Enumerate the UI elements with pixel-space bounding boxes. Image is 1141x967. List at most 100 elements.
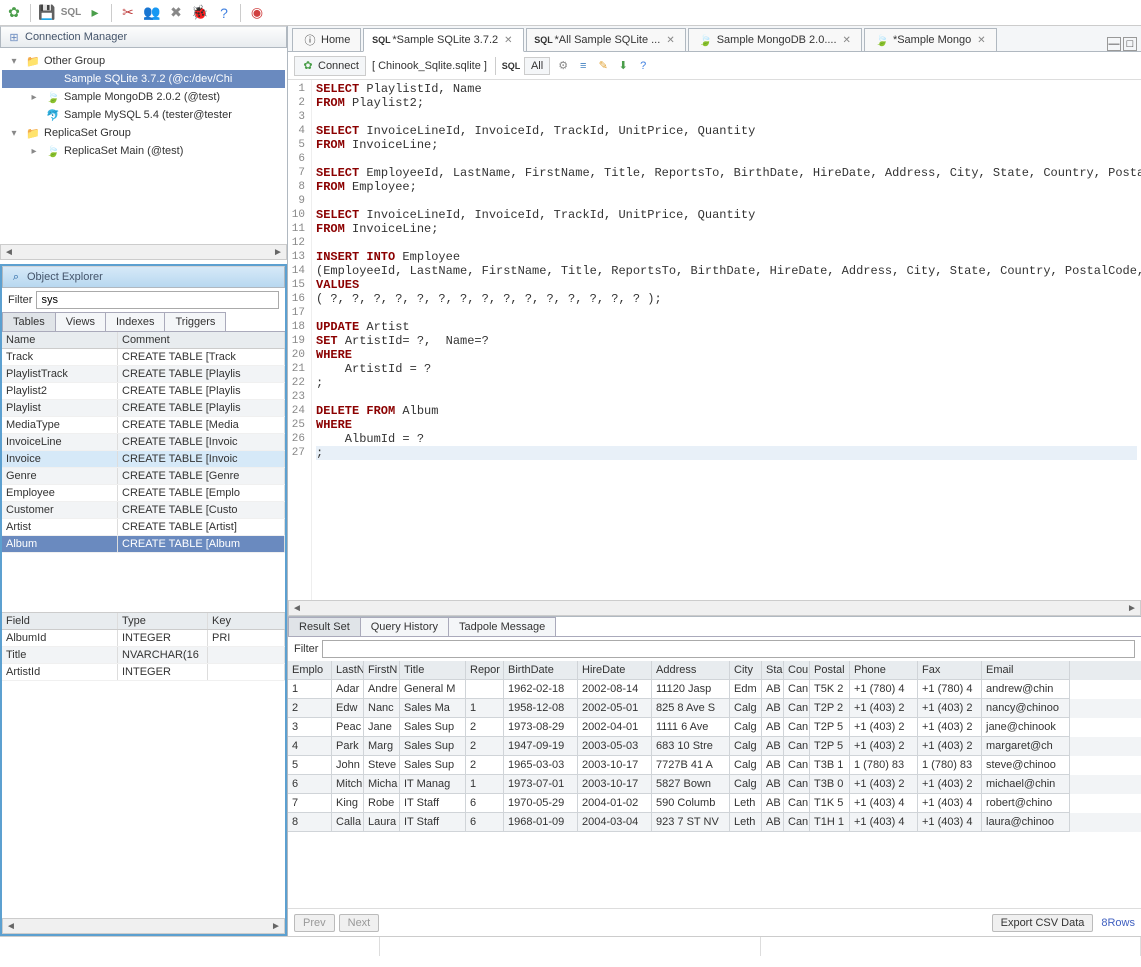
- tree-group[interactable]: ▾📁ReplicaSet Group: [2, 124, 285, 142]
- result-row[interactable]: 6MitchMichaIT Manag11973-07-012003-10-17…: [288, 775, 1141, 794]
- result-row[interactable]: 3PeacJaneSales Sup21973-08-292002-04-011…: [288, 718, 1141, 737]
- folder-icon: 📁: [26, 126, 40, 140]
- gear-icon[interactable]: ⚙: [556, 59, 570, 73]
- maximize-icon[interactable]: □: [1123, 37, 1137, 51]
- close-icon[interactable]: ✕: [843, 35, 851, 46]
- run-icon[interactable]: ▸: [85, 3, 105, 23]
- cut-icon[interactable]: ✂: [118, 3, 138, 23]
- save-icon[interactable]: 💾: [37, 3, 57, 23]
- tree-group[interactable]: ▾📁Other Group: [2, 52, 285, 70]
- column-header[interactable]: Sta: [762, 661, 784, 680]
- editor-tab[interactable]: ⓘHome: [292, 28, 361, 51]
- result-tab[interactable]: Query History: [360, 617, 449, 636]
- fields-scrollbar[interactable]: ◄ ►: [2, 918, 285, 934]
- bug-icon[interactable]: 🐞: [190, 3, 210, 23]
- field-row[interactable]: ArtistIdINTEGER: [2, 664, 285, 681]
- scroll-left-icon[interactable]: ◄: [1, 245, 17, 259]
- table-row[interactable]: PlaylistCREATE TABLE [Playlis: [2, 400, 285, 417]
- column-header[interactable]: Phone: [850, 661, 918, 680]
- editor-scrollbar[interactable]: ◄ ►: [288, 600, 1141, 616]
- tree-item[interactable]: ▸🍃Sample MongoDB 2.0.2 (@test): [2, 88, 285, 106]
- column-header[interactable]: Cou: [784, 661, 810, 680]
- result-row[interactable]: 8CallaLauraIT Staff61968-01-092004-03-04…: [288, 813, 1141, 832]
- table-row[interactable]: MediaTypeCREATE TABLE [Media: [2, 417, 285, 434]
- tab-tables[interactable]: Tables: [2, 312, 56, 331]
- column-header[interactable]: LastN: [332, 661, 364, 680]
- column-header[interactable]: Emplo: [288, 661, 332, 680]
- column-header[interactable]: Title: [400, 661, 466, 680]
- scroll-right-icon[interactable]: ►: [268, 919, 284, 933]
- result-row[interactable]: 2EdwNancSales Ma11958-12-082002-05-01825…: [288, 699, 1141, 718]
- tab-triggers[interactable]: Triggers: [164, 312, 226, 331]
- tree-item[interactable]: ▸🍃ReplicaSet Main (@test): [2, 142, 285, 160]
- scroll-left-icon[interactable]: ◄: [3, 919, 19, 933]
- tree-item[interactable]: 🐬Sample MySQL 5.4 (tester@tester: [2, 106, 285, 124]
- column-header[interactable]: HireDate: [578, 661, 652, 680]
- next-button[interactable]: Next: [339, 914, 380, 932]
- connect-icon[interactable]: ✿: [4, 3, 24, 23]
- result-row[interactable]: 7KingRobeIT Staff61970-05-292004-01-0259…: [288, 794, 1141, 813]
- filter-input[interactable]: [36, 291, 279, 309]
- scroll-right-icon[interactable]: ►: [270, 245, 286, 259]
- editor-tab[interactable]: SQL*All Sample SQLite ...✕: [526, 28, 686, 51]
- column-header[interactable]: Repor: [466, 661, 504, 680]
- table-row[interactable]: InvoiceLineCREATE TABLE [Invoic: [2, 434, 285, 451]
- column-header[interactable]: City: [730, 661, 762, 680]
- minimize-icon[interactable]: —: [1107, 37, 1121, 51]
- format-icon[interactable]: ≡: [576, 59, 590, 73]
- help-icon[interactable]: ?: [214, 3, 234, 23]
- prev-button[interactable]: Prev: [294, 914, 335, 932]
- close-icon[interactable]: ✕: [977, 35, 985, 46]
- table-row[interactable]: ArtistCREATE TABLE [Artist]: [2, 519, 285, 536]
- result-tab[interactable]: Result Set: [288, 617, 361, 636]
- column-header[interactable]: Email: [982, 661, 1070, 680]
- table-row[interactable]: EmployeeCREATE TABLE [Emplo: [2, 485, 285, 502]
- connect-button[interactable]: ✿ Connect: [294, 56, 366, 76]
- tab-indexes[interactable]: Indexes: [105, 312, 166, 331]
- stop-icon[interactable]: ◉: [247, 3, 267, 23]
- tab-views[interactable]: Views: [55, 312, 106, 331]
- help-icon[interactable]: ?: [636, 59, 650, 73]
- folder-icon: 📁: [26, 54, 40, 68]
- download-icon[interactable]: ⬇: [616, 59, 630, 73]
- column-header[interactable]: Fax: [918, 661, 982, 680]
- users-icon[interactable]: 👥: [142, 3, 162, 23]
- table-row[interactable]: PlaylistTrackCREATE TABLE [Playlis: [2, 366, 285, 383]
- table-row[interactable]: Playlist2CREATE TABLE [Playlis: [2, 383, 285, 400]
- scroll-left-icon[interactable]: ◄: [289, 601, 305, 615]
- connection-tree[interactable]: ▾📁Other Group▣Sample SQLite 3.7.2 (@c:/d…: [0, 48, 287, 244]
- column-header[interactable]: FirstN: [364, 661, 400, 680]
- table-row[interactable]: GenreCREATE TABLE [Genre: [2, 468, 285, 485]
- close-icon[interactable]: ✕: [666, 35, 674, 46]
- sql-editor[interactable]: 1234567891011121314151617181920212223242…: [288, 80, 1141, 600]
- table-row[interactable]: TrackCREATE TABLE [Track: [2, 349, 285, 366]
- all-button[interactable]: All: [524, 57, 550, 75]
- sql-icon[interactable]: SQL: [504, 59, 518, 73]
- conn-scrollbar[interactable]: ◄ ►: [0, 244, 287, 260]
- scroll-right-icon[interactable]: ►: [1124, 601, 1140, 615]
- table-row[interactable]: InvoiceCREATE TABLE [Invoic: [2, 451, 285, 468]
- close-icon[interactable]: ✕: [504, 35, 512, 46]
- column-header[interactable]: Address: [652, 661, 730, 680]
- export-csv-button[interactable]: Export CSV Data: [992, 914, 1094, 932]
- table-row[interactable]: CustomerCREATE TABLE [Custo: [2, 502, 285, 519]
- tree-item[interactable]: ▣Sample SQLite 3.7.2 (@c:/dev/Chi: [2, 70, 285, 88]
- editor-tab[interactable]: 🍃*Sample Mongo✕: [864, 28, 997, 51]
- result-grid[interactable]: EmploLastNFirstNTitleReporBirthDateHireD…: [288, 661, 1141, 908]
- home-icon: ⓘ: [303, 33, 317, 47]
- result-row[interactable]: 5JohnSteveSales Sup21965-03-032003-10-17…: [288, 756, 1141, 775]
- edit-icon[interactable]: ✎: [596, 59, 610, 73]
- result-row[interactable]: 1AdarAndreGeneral M1962-02-182002-08-141…: [288, 680, 1141, 699]
- result-row[interactable]: 4ParkMargSales Sup21947-09-192003-05-036…: [288, 737, 1141, 756]
- field-row[interactable]: AlbumIdINTEGERPRI: [2, 630, 285, 647]
- column-header[interactable]: Postal: [810, 661, 850, 680]
- result-filter-input[interactable]: [322, 640, 1135, 658]
- sql-icon[interactable]: SQL: [61, 3, 81, 23]
- editor-tab[interactable]: SQL*Sample SQLite 3.7.2✕: [363, 28, 523, 52]
- field-row[interactable]: TitleNVARCHAR(16: [2, 647, 285, 664]
- result-tab[interactable]: Tadpole Message: [448, 617, 556, 636]
- tools-icon[interactable]: ✖: [166, 3, 186, 23]
- editor-tab[interactable]: 🍃Sample MongoDB 2.0....✕: [688, 28, 862, 51]
- column-header[interactable]: BirthDate: [504, 661, 578, 680]
- table-row[interactable]: AlbumCREATE TABLE [Album: [2, 536, 285, 553]
